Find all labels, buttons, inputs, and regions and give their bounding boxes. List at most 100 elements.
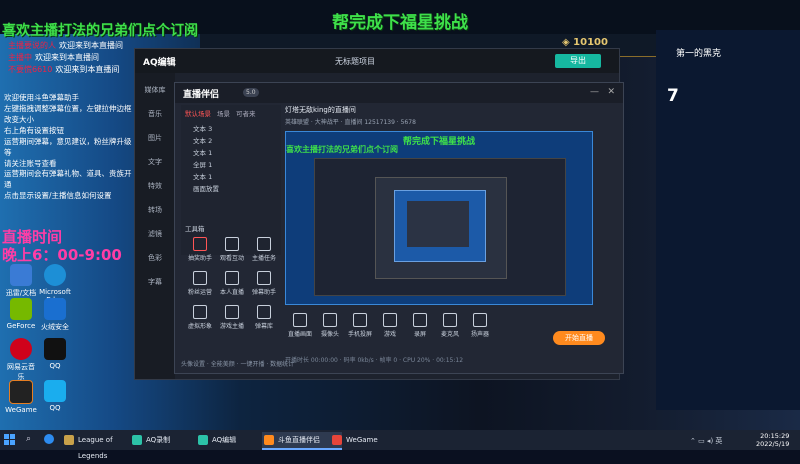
- scene-item[interactable]: 文本 1: [193, 171, 212, 181]
- nested-preview: [394, 190, 486, 262]
- source-screen[interactable]: 直播画面: [285, 313, 315, 338]
- wegame-icon: [9, 380, 33, 404]
- tab-other[interactable]: 可者来: [236, 108, 256, 118]
- danmaku-chat: 主播要说的人 欢迎来到本直播间 主播中 欢迎来到本直播间 不要慌6610 欢迎来到本直…: [8, 40, 128, 76]
- source-speaker[interactable]: 扬声器: [465, 313, 495, 338]
- edge-icon: [44, 264, 66, 286]
- taskbar-clock[interactable]: 20:15:29 2022/5/19: [756, 432, 789, 448]
- companion-logo: 直播伴侣: [183, 90, 220, 100]
- geforce-icon: [10, 298, 32, 320]
- scene-item[interactable]: 文本 3: [193, 123, 212, 133]
- tool-game[interactable]: 游戏主播: [217, 305, 247, 330]
- start-stream-button[interactable]: 开始直播: [553, 331, 605, 345]
- edge-icon[interactable]: [44, 434, 54, 444]
- chat-row: 主播要说的人 欢迎来到本直播间: [8, 41, 123, 50]
- scene-item[interactable]: 文本 1: [193, 147, 212, 157]
- taskbar-item-wegame[interactable]: WeGame: [330, 432, 408, 448]
- gamepad-icon: [225, 305, 239, 319]
- phone-icon: [353, 313, 367, 327]
- windows-start-icon[interactable]: [4, 434, 16, 446]
- desktop-icon[interactable]: QQ: [38, 380, 72, 426]
- room-meta: 英雄联盟 · 大神战平 · 直播间 12517139 · 5678: [285, 119, 416, 126]
- chart-icon: [193, 271, 207, 285]
- stream-preview: 帮完成下福星挑战 喜欢主播打法的兄弟们点个订阅: [285, 131, 593, 305]
- source-camera[interactable]: 摄像头: [315, 313, 345, 338]
- microphone-icon: [443, 313, 457, 327]
- scene-item[interactable]: 文本 2: [193, 135, 212, 145]
- tab-scene[interactable]: 场景: [217, 108, 230, 118]
- player-name: 第一的黑克: [676, 49, 722, 59]
- tool-self-stream[interactable]: 本人直播: [217, 271, 247, 296]
- close-icon[interactable]: ✕: [607, 87, 615, 97]
- sidebar-item-color[interactable]: 色彩: [135, 253, 175, 263]
- app-icon: [10, 264, 32, 286]
- penguin-icon: [44, 338, 66, 360]
- aq-sidebar: 媒体库 音乐 图片 文字 特效 转场 滤镜 色彩 字幕: [135, 73, 175, 379]
- version-badge: 5.0: [243, 88, 259, 97]
- aq-logo: AQ编辑: [143, 58, 176, 68]
- companion-title-bar: 直播伴侣 5.0 ✕ —: [175, 83, 623, 103]
- monitor-icon: [293, 313, 307, 327]
- tool-interaction[interactable]: 观看互动: [217, 237, 247, 262]
- companion-tips: 头像设置 · 全能美颜 · 一键开播 · 数据统计: [181, 361, 295, 368]
- source-mic[interactable]: 麦克风: [435, 313, 465, 338]
- lol-big-number: 7: [667, 86, 679, 106]
- gift-icon: [193, 237, 207, 251]
- desktop-icon[interactable]: 网易云音乐: [4, 338, 38, 384]
- danmaku-notice-2: 运营期间会有弹幕礼物、道具、贵族开通 点击显示设置/主播信息如何设置: [4, 169, 132, 200]
- stream-status: 开播时长 00:00:00 · 码率 0kb/s · 帧率 0 · CPU 20…: [285, 357, 464, 364]
- record-icon: [413, 313, 427, 327]
- source-game[interactable]: 游戏: [375, 313, 405, 338]
- desktop-icon[interactable]: WeGame: [4, 380, 38, 426]
- sidebar-item-media[interactable]: 媒体库: [135, 85, 175, 95]
- aq-icon: [198, 435, 208, 445]
- room-name[interactable]: 灯塔无敌king的直播间: [285, 105, 356, 115]
- source-record[interactable]: 录屏: [405, 313, 435, 338]
- tool-fans[interactable]: 粉丝运营: [185, 271, 215, 296]
- shield-icon: [44, 298, 66, 320]
- export-button[interactable]: 导出: [555, 54, 601, 68]
- source-phone[interactable]: 手机投屏: [345, 313, 375, 338]
- desktop-icon[interactable]: QQ: [38, 338, 72, 384]
- system-tray[interactable]: ⌃ ▭ ◂) 英: [690, 436, 722, 446]
- sidebar-item-images[interactable]: 图片: [135, 133, 175, 143]
- nested-preview: [407, 201, 469, 247]
- play-icon: [383, 313, 397, 327]
- scene-panel: 默认场景 场景 可者来 文本 3 文本 2 文本 1 全屏 1 文本 1 画面放…: [181, 105, 281, 255]
- companion-icon: [264, 435, 274, 445]
- nested-preview: [375, 177, 507, 279]
- scene-tabs: 默认场景 场景 可者来: [181, 105, 281, 121]
- search-icon[interactable]: ⌕: [26, 434, 31, 444]
- lol-icon: [64, 435, 74, 445]
- sidebar-item-text[interactable]: 文字: [135, 157, 175, 167]
- coin-count: ◈ 10100: [562, 37, 608, 48]
- camera-icon: [323, 313, 337, 327]
- chat-icon: [257, 271, 271, 285]
- tool-avatar[interactable]: 虚拟形象: [185, 305, 215, 330]
- tab-default-scene[interactable]: 默认场景: [185, 108, 211, 118]
- sidebar-item-subtitles[interactable]: 字幕: [135, 277, 175, 287]
- wegame-icon: [332, 435, 342, 445]
- chat-row: 不要慌6610 欢迎来到本直播间: [8, 65, 120, 74]
- person-icon: [225, 271, 239, 285]
- speaker-icon: [473, 313, 487, 327]
- sidebar-item-effects[interactable]: 特效: [135, 181, 175, 191]
- scene-item[interactable]: 画面放置: [193, 183, 219, 193]
- streaming-companion-window: 直播伴侣 5.0 ✕ — 默认场景 场景 可者来 文本 3 文本 2 文本 1 …: [174, 82, 624, 374]
- tool-danmaku[interactable]: 弹幕助手: [249, 271, 279, 296]
- tool-tasks[interactable]: 主播任务: [249, 237, 279, 262]
- aq-title-bar: AQ编辑 无标题项目 导出: [135, 49, 619, 73]
- tool-danmaku-lib[interactable]: 弹幕库: [249, 305, 279, 330]
- sidebar-item-transitions[interactable]: 转场: [135, 205, 175, 215]
- user-icon: [225, 237, 239, 251]
- sidebar-item-filters[interactable]: 滤镜: [135, 229, 175, 239]
- avatar-icon: [193, 305, 207, 319]
- penguin-icon: [44, 380, 66, 402]
- stream-subtitle: 喜欢主播打法的兄弟们点个订阅: [2, 23, 198, 39]
- sidebar-item-music[interactable]: 音乐: [135, 109, 175, 119]
- tool-lottery[interactable]: 抽奖助手: [185, 237, 215, 262]
- minimize-icon[interactable]: —: [590, 87, 599, 97]
- scene-item[interactable]: 全屏 1: [193, 159, 212, 169]
- nested-preview: [314, 158, 566, 296]
- music-icon: [10, 338, 32, 360]
